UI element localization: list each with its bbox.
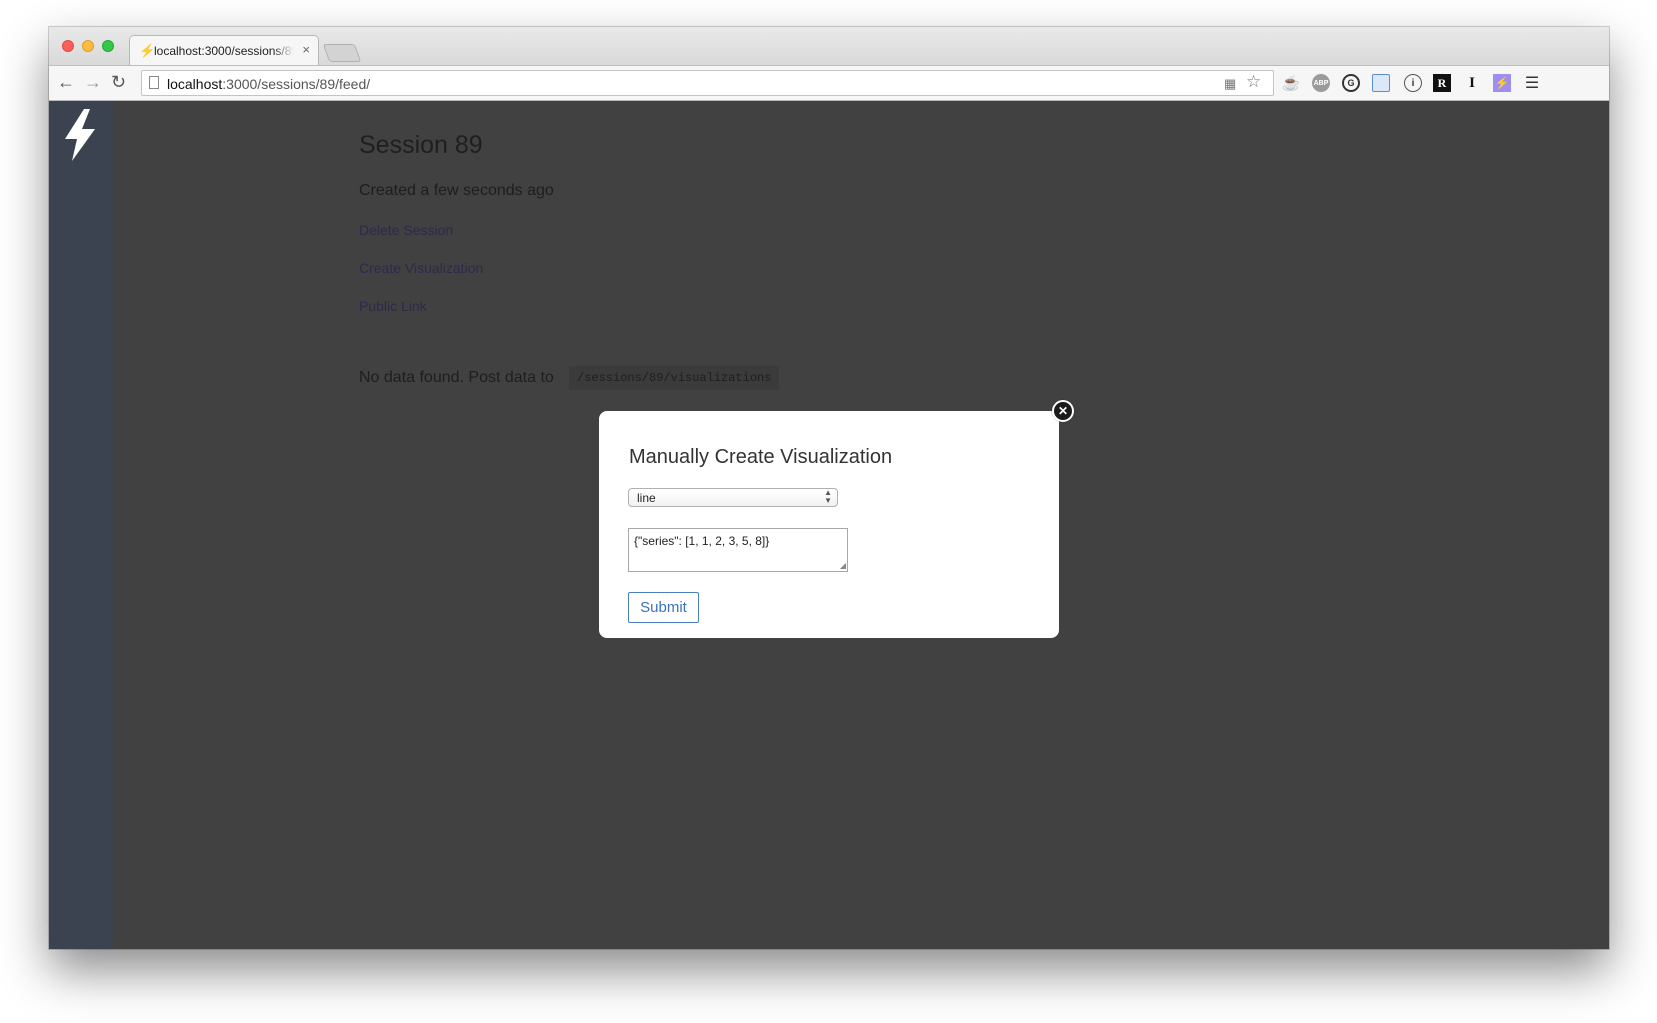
address-host: localhost [167, 76, 223, 92]
resize-grip-icon[interactable]: ◢ [840, 562, 846, 570]
lightning-extension-icon[interactable]: ⚡ [1493, 74, 1511, 92]
visualization-type-select[interactable]: line ▲ ▼ [628, 488, 838, 507]
address-path: :3000/sessions/89/feed/ [222, 76, 371, 92]
page-viewport: Session 89 Created a few seconds ago Del… [49, 101, 1609, 949]
extension-circle-icon[interactable]: G [1342, 74, 1360, 92]
created-text: Created a few seconds ago [359, 182, 554, 199]
post-path-code: /sessions/89/visualizations [569, 366, 780, 390]
address-bar[interactable]: localhost:3000/sessions/89/feed/ ▦ ☆ [141, 70, 1274, 96]
browser-toolbar: ← → ↻ localhost:3000/sessions/89/feed/ ▦… [49, 65, 1609, 101]
delete-session-link[interactable]: Delete Session [359, 222, 453, 238]
adblock-icon[interactable]: ABP [1312, 74, 1330, 92]
no-data-message: No data found. Post data to [359, 369, 554, 386]
page-icon [149, 76, 159, 89]
textarea-value: {"series": [1, 1, 2, 3, 5, 8]} [634, 534, 770, 548]
modal-title: Manually Create Visualization [629, 446, 893, 468]
page-title: Session 89 [359, 131, 483, 159]
extension-i-icon[interactable]: I [1463, 74, 1481, 92]
select-value: line [637, 491, 656, 505]
select-arrows-icon: ▲ ▼ [824, 488, 832, 505]
close-icon: ✕ [1054, 402, 1072, 420]
reload-icon[interactable]: ↻ [111, 72, 126, 93]
modal-close-button[interactable]: ✕ [1052, 400, 1074, 422]
lightning-bolt-icon: ⚡ [139, 43, 156, 58]
window-minimize-button[interactable] [82, 40, 94, 52]
tab-strip: ⚡ localhost:3000/sessions/89/feed/ × [49, 27, 1609, 65]
extension-r-icon[interactable]: R [1433, 74, 1451, 92]
create-visualization-modal: Manually Create Visualization line ▲ ▼ {"… [599, 411, 1059, 638]
sidebar [49, 101, 113, 949]
create-visualization-link[interactable]: Create Visualization [359, 260, 483, 276]
browser-tab[interactable]: ⚡ localhost:3000/sessions/89/feed/ × [129, 35, 319, 65]
public-link[interactable]: Public Link [359, 298, 427, 314]
browser-window: ⚡ localhost:3000/sessions/89/feed/ × ← →… [49, 27, 1609, 949]
extension-window-icon[interactable] [1372, 74, 1390, 92]
info-icon[interactable]: i [1404, 74, 1422, 92]
forward-arrow-icon[interactable]: → [84, 72, 102, 93]
lightning-bolt-icon[interactable] [62, 109, 98, 161]
address-url[interactable]: localhost:3000/sessions/89/feed/ [167, 76, 370, 92]
bookmark-star-icon[interactable]: ☆ [1246, 72, 1261, 92]
window-maximize-button[interactable] [102, 40, 114, 52]
submit-button[interactable]: Submit [628, 592, 699, 623]
window-close-button[interactable] [62, 40, 74, 52]
data-textarea[interactable]: {"series": [1, 1, 2, 3, 5, 8]} ◢ [628, 528, 848, 572]
tab-title: localhost:3000/sessions/89/feed/ [154, 44, 294, 58]
back-arrow-icon[interactable]: ← [57, 72, 75, 93]
hamburger-menu-icon[interactable]: ☰ [1523, 74, 1541, 92]
new-tab-button[interactable] [322, 44, 362, 62]
tab-close-icon[interactable]: × [302, 42, 310, 57]
page-action-icon[interactable]: ▦ [1224, 76, 1236, 92]
extension-cup-icon[interactable]: ☕ [1282, 74, 1301, 92]
